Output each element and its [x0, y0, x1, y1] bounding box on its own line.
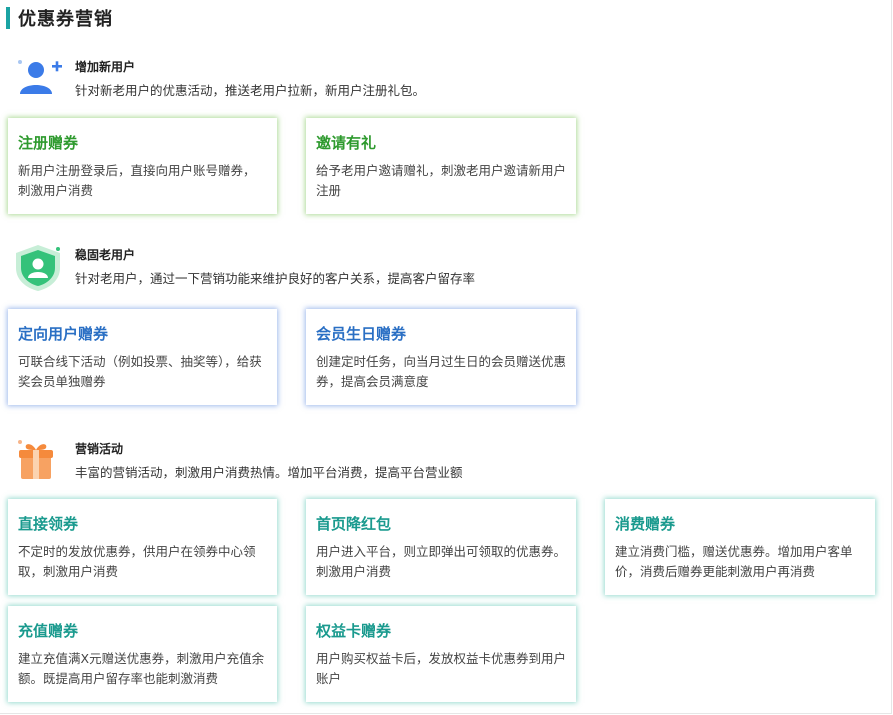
page-header: 优惠券营销 [6, 6, 113, 30]
page-title: 优惠券营销 [18, 9, 113, 30]
card-description: 创建定时任务，向当月过生日的会员赠送优惠券，提高会员满意度 [316, 354, 567, 389]
card-membership-coupon[interactable]: 权益卡赠券 用户购买权益卡后，发放权益卡优惠券到用户账户 [306, 606, 576, 702]
card-title: 邀请有礼 [316, 134, 377, 152]
title-accent-bar [6, 7, 10, 29]
card-title: 首页降红包 [316, 515, 392, 533]
section-description: 针对新老用户的优惠活动，推送老用户拉新，新用户注册礼包。 [75, 83, 426, 98]
section-title: 稳固老用户 [75, 248, 136, 262]
card-description: 给予老用户邀请赠礼，刺激老用户邀请新用户注册 [316, 163, 567, 198]
shield-user-icon [14, 244, 62, 291]
card-targeted-coupon[interactable]: 定向用户赠券 可联合线下活动（例如投票、抽奖等），给获奖会员单独赠券 [8, 309, 277, 405]
section-description: 丰富的营销活动，刺激用户消费热情。增加平台消费，提高平台营业额 [75, 465, 463, 480]
card-title: 会员生日赠券 [316, 325, 407, 343]
card-title: 权益卡赠券 [316, 622, 392, 640]
card-title: 充值赠券 [18, 622, 79, 640]
card-birthday-coupon[interactable]: 会员生日赠券 创建定时任务，向当月过生日的会员赠送优惠券，提高会员满意度 [306, 309, 576, 405]
card-title: 定向用户赠券 [18, 325, 109, 343]
card-description: 用户购买权益卡后，发放权益卡优惠券到用户账户 [316, 651, 567, 686]
card-homepage-redpacket[interactable]: 首页降红包 用户进入平台，则立即弹出可领取的优惠券。刺激用户消费 [306, 499, 576, 595]
section-marketing-activities: 营销活动 丰富的营销活动，刺激用户消费热情。增加平台消费，提高平台营业额 [14, 438, 614, 482]
card-description: 可联合线下活动（例如投票、抽奖等），给获奖会员单独赠券 [18, 354, 262, 389]
card-spend-coupon[interactable]: 消费赠券 建立消费门槛，赠送优惠券。增加用户客单价，消费后赠券更能刺激用户再消费 [605, 499, 875, 595]
card-description: 用户进入平台，则立即弹出可领取的优惠券。刺激用户消费 [316, 544, 567, 579]
card-register-coupon[interactable]: 注册赠券 新用户注册登录后，直接向用户账号赠券，刺激用户消费 [8, 118, 277, 214]
card-description: 建立充值满X元赠送优惠券，刺激用户充值余额。既提高用户留存率也能刺激消费 [18, 651, 265, 686]
card-title: 直接领券 [18, 515, 79, 533]
card-description: 不定时的发放优惠券，供用户在领券中心领取，刺激用户消费 [18, 544, 256, 579]
card-title: 注册赠券 [18, 134, 79, 152]
card-description: 建立消费门槛，赠送优惠券。增加用户客单价，消费后赠券更能刺激用户再消费 [615, 544, 853, 579]
add-user-icon [14, 56, 62, 100]
section-title: 营销活动 [75, 442, 124, 456]
gift-icon [14, 438, 62, 482]
card-recharge-coupon[interactable]: 充值赠券 建立充值满X元赠送优惠券，刺激用户充值余额。既提高用户留存率也能刺激消… [8, 606, 277, 702]
section-new-users: 增加新用户 针对新老用户的优惠活动，推送老用户拉新，新用户注册礼包。 [14, 56, 614, 100]
section-retain-users: 稳固老用户 针对老用户，通过一下营销功能来维护良好的客户关系，提高客户留存率 [14, 244, 614, 291]
card-direct-coupon[interactable]: 直接领券 不定时的发放优惠券，供用户在领券中心领取，刺激用户消费 [8, 499, 277, 595]
section-title: 增加新用户 [75, 60, 136, 74]
card-invite-gift[interactable]: 邀请有礼 给予老用户邀请赠礼，刺激老用户邀请新用户注册 [306, 118, 576, 214]
section-description: 针对老用户，通过一下营销功能来维护良好的客户关系，提高客户留存率 [75, 271, 476, 286]
card-title: 消费赠券 [615, 515, 676, 533]
card-description: 新用户注册登录后，直接向用户账号赠券，刺激用户消费 [18, 163, 256, 198]
